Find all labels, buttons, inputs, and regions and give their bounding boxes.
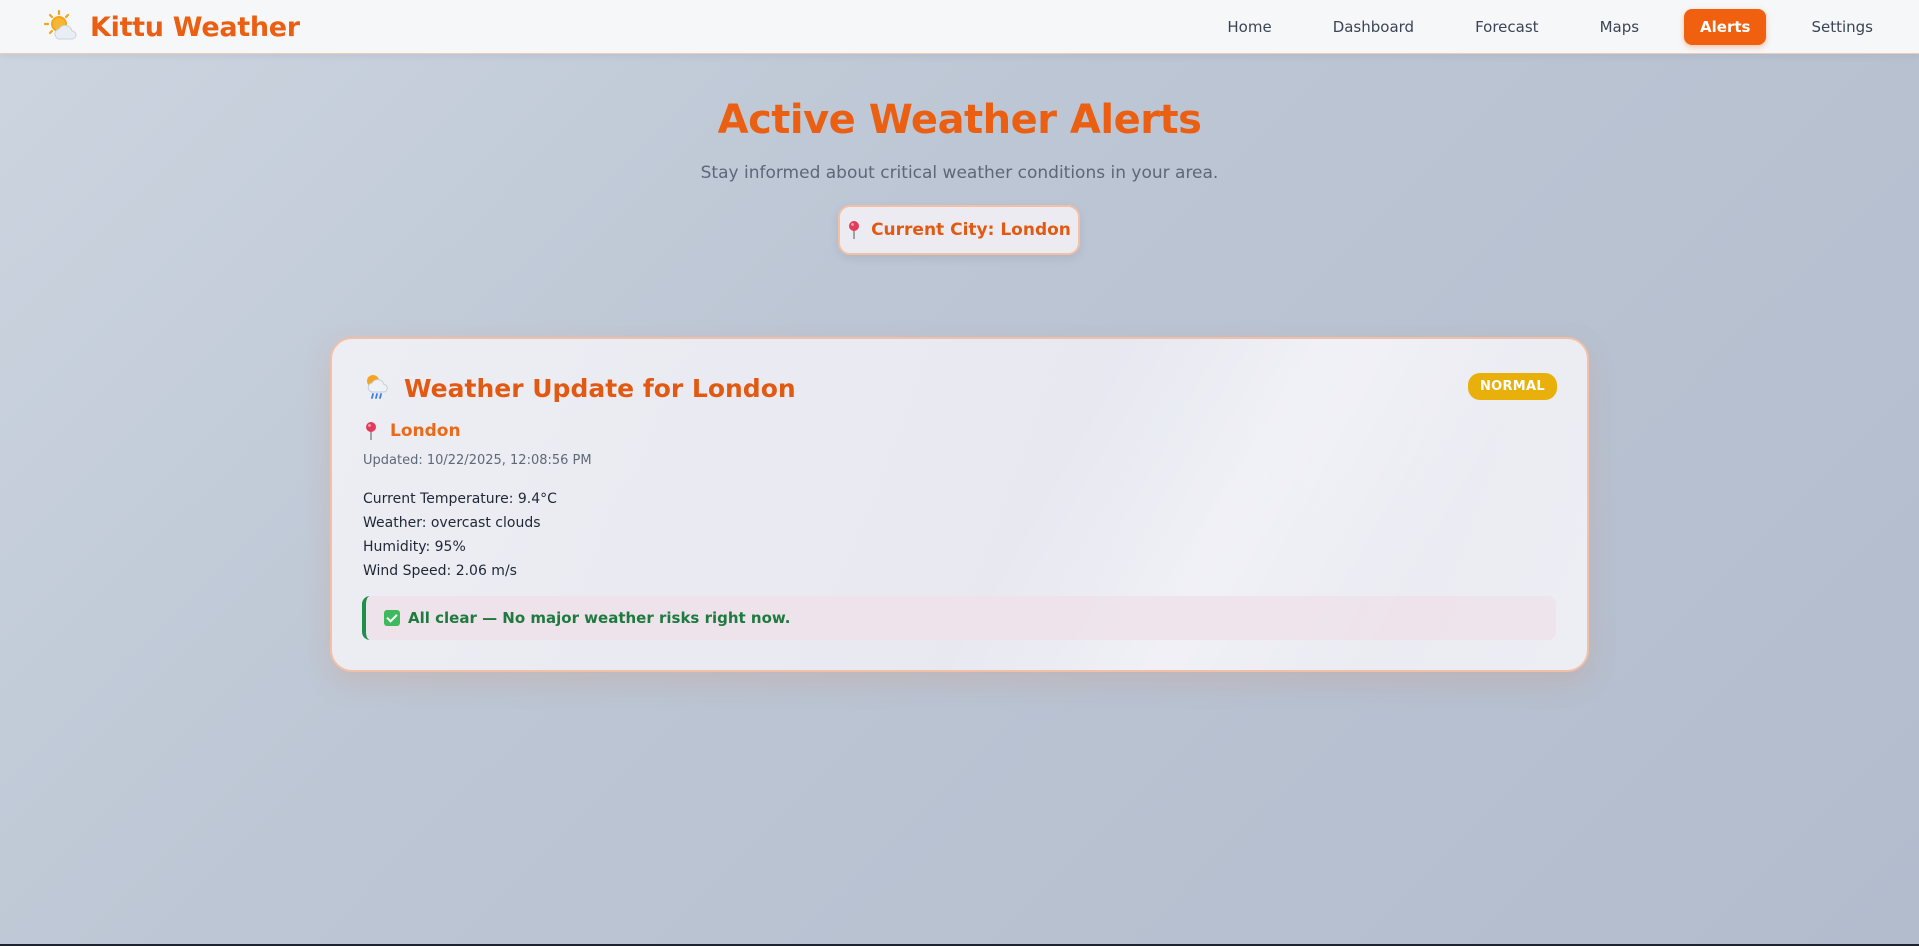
cloud-rain-sun-icon (362, 371, 392, 405)
all-clear-banner: All clear — No major weather risks right… (362, 596, 1556, 640)
check-mark-icon (384, 610, 400, 626)
brand-title: Kittu Weather (90, 11, 300, 43)
top-navbar: Kittu Weather Home Dashboard Forecast Ma… (0, 0, 1919, 54)
detail-humidity: Humidity: 95% (363, 539, 466, 555)
card-title: Weather Update for London (404, 373, 796, 403)
brand[interactable]: Kittu Weather (43, 8, 300, 46)
pin-icon (364, 421, 378, 441)
detail-wind-speed: Wind Speed: 2.06 m/s (363, 563, 517, 579)
nav-maps[interactable]: Maps (1584, 9, 1655, 45)
current-city-pill[interactable]: Current City: London (838, 205, 1080, 255)
updated-timestamp: Updated: 10/22/2025, 12:08:56 PM (363, 453, 592, 468)
all-clear-message: All clear — No major weather risks right… (408, 609, 791, 627)
sun-behind-cloud-icon (43, 9, 78, 44)
card-city-name: London (390, 421, 461, 441)
nav-dashboard[interactable]: Dashboard (1317, 9, 1430, 45)
nav-forecast[interactable]: Forecast (1459, 9, 1554, 45)
page-subtitle: Stay informed about critical weather con… (700, 163, 1219, 183)
status-badge: NORMAL (1467, 373, 1557, 400)
nav-settings[interactable]: Settings (1795, 9, 1889, 45)
detail-temperature: Current Temperature: 9.4°C (363, 491, 557, 507)
nav-links: Home Dashboard Forecast Maps Alerts Sett… (1182, 8, 1889, 45)
alert-card: Weather Update for London NORMAL London … (330, 337, 1589, 672)
card-city: London (364, 421, 461, 441)
weather-details: Current Temperature: 9.4°C Weather: over… (363, 487, 557, 583)
detail-weather: Weather: overcast clouds (363, 515, 541, 531)
page-title: Active Weather Alerts (717, 97, 1202, 143)
nav-alerts[interactable]: Alerts (1684, 8, 1767, 45)
card-header: Weather Update for London (362, 371, 796, 405)
pin-icon (847, 220, 861, 240)
nav-home[interactable]: Home (1211, 9, 1287, 45)
current-city-label: Current City: London (871, 220, 1071, 240)
